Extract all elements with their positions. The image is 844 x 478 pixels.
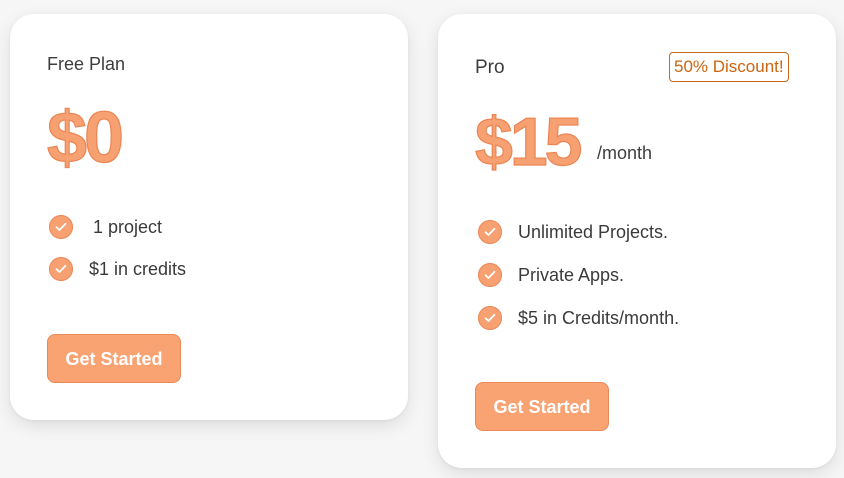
feature-label: Unlimited Projects. [518, 221, 669, 242]
feature-label: Private Apps. [518, 264, 625, 285]
plan-name: Free Plan [47, 54, 126, 74]
check-circle-icon [478, 306, 502, 330]
check-circle-icon [478, 220, 502, 244]
feature-item: $5 in Credits/month. [478, 306, 679, 330]
plan-price: $15 [474, 104, 583, 180]
plan-name: Pro [475, 57, 505, 78]
free-plan-card: Free Plan $0 1 project $1 in credits Get… [10, 14, 408, 420]
feature-item: Private Apps. [478, 263, 679, 287]
feature-list: Unlimited Projects. Private Apps. $5 in … [478, 220, 679, 349]
feature-item: $1 in credits [49, 257, 186, 281]
pro-plan-card: Pro 50% Discount! $15 /month Unlimited P… [438, 14, 836, 468]
feature-item: Unlimited Projects. [478, 220, 679, 244]
feature-label: $5 in Credits/month. [518, 307, 680, 328]
feature-list: 1 project $1 in credits [49, 215, 186, 299]
check-circle-icon [478, 263, 502, 287]
get-started-button[interactable]: Get Started [47, 334, 181, 383]
get-started-button[interactable]: Get Started [475, 382, 609, 431]
feature-label: 1 project [93, 216, 163, 237]
discount-badge: 50% Discount! [669, 52, 789, 82]
check-circle-icon [49, 257, 73, 281]
price-period: /month [597, 143, 653, 163]
plan-price: $0 [46, 98, 124, 178]
feature-item: 1 project [49, 215, 186, 239]
feature-label: $1 in credits [89, 258, 187, 279]
pricing-section: Free Plan $0 1 project $1 in credits Get… [0, 0, 844, 478]
check-circle-icon [49, 215, 73, 239]
